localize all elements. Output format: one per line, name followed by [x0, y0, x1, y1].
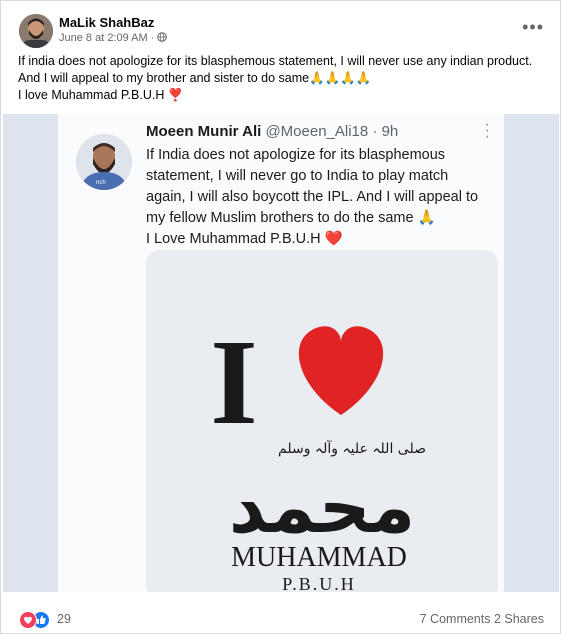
post-timestamp[interactable]: June 8 at 2:09 AM — [59, 32, 148, 44]
tweet-text: If India does not apologize for its blas… — [146, 145, 496, 250]
globe-icon — [157, 32, 168, 44]
svg-text:nch: nch — [96, 180, 106, 186]
post-text-line: I love Muhammad P.B.U.H ❣️ — [18, 88, 184, 102]
post-meta: June 8 at 2:09 AM · — [59, 32, 168, 44]
tweet-text-line: my fellow Muslim brothers to do the same… — [146, 210, 436, 226]
author-avatar[interactable] — [19, 14, 53, 48]
engagement-counts: 7 Comments 2 Shares — [420, 612, 544, 626]
facebook-post: MaLik ShahBaz June 8 at 2:09 AM · ••• If… — [0, 0, 561, 634]
tweet-avatar: nch — [76, 134, 132, 190]
tweet-author: Moeen Munir Ali @Moeen_Ali18 · 9h — [146, 123, 398, 140]
post-header: MaLik ShahBaz June 8 at 2:09 AM · ••• — [15, 11, 546, 48]
reaction-count: 29 — [57, 612, 71, 626]
tweet-author-name: Moeen Munir Ali — [146, 123, 262, 140]
post-text-line: If india does not apologize for its blas… — [18, 54, 533, 68]
tweet-handle: @Moeen_Ali18 · 9h — [265, 123, 399, 140]
post-text-line: And I will appeal to my brother and sist… — [18, 71, 372, 85]
tweet-text-line: I Love Muhammad P.B.U.H ❤️ — [146, 231, 343, 247]
comments-count[interactable]: 7 Comments — [420, 612, 491, 626]
pbuh-label: P.B.U.H — [282, 574, 356, 592]
muhammad-label: MUHAMMAD — [231, 542, 407, 573]
heart-icon — [298, 326, 384, 415]
love-reaction-icon — [19, 611, 37, 629]
arabic-calligraphy: محمد — [229, 465, 415, 549]
tweet-text-line: statement, I will never go to India to p… — [146, 168, 449, 184]
tweet-image: I صلی اللہ علیہ وآلہ وسلم محمد MUHAMMAD … — [146, 250, 498, 592]
more-horizontal-icon[interactable]: ••• — [522, 17, 544, 38]
author-name[interactable]: MaLik ShahBaz — [59, 15, 154, 30]
post-footer: 29 7 Comments 2 Shares — [1, 601, 560, 633]
post-text: If india does not apologize for its blas… — [18, 53, 548, 104]
tweet-text-line: If India does not apologize for its blas… — [146, 147, 446, 163]
arabic-salutation: صلی اللہ علیہ وآلہ وسلم — [278, 440, 426, 457]
post-image[interactable]: nch Moeen Munir Ali @Moeen_Ali18 · 9h · ·… — [3, 114, 559, 592]
big-letter-i: I — [210, 315, 257, 450]
tweet-more-vertical-icon: · · · — [484, 116, 490, 145]
shares-count[interactable]: 2 Shares — [494, 612, 544, 626]
tweet-screenshot: nch Moeen Munir Ali @Moeen_Ali18 · 9h · ·… — [58, 114, 504, 592]
tweet-text-line: again, I will also boycott the IPL. And … — [146, 189, 479, 205]
